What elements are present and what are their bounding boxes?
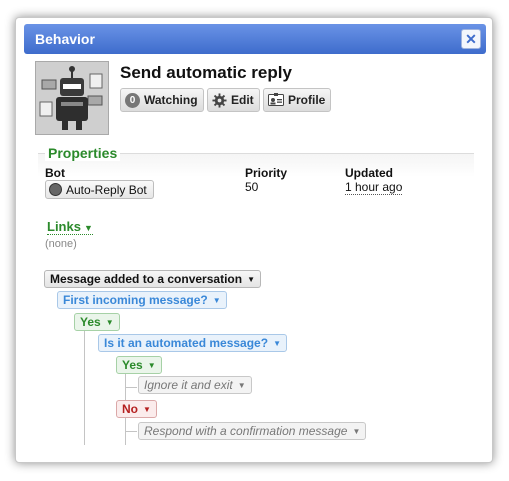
tree-line <box>84 313 85 445</box>
close-icon: ✕ <box>465 31 477 47</box>
bot-name: Auto-Reply Bot <box>66 182 147 197</box>
bot-chip[interactable]: Auto-Reply Bot <box>45 180 154 199</box>
action-node[interactable]: Respond with a confirmation message ▼ <box>138 422 367 440</box>
properties-heading: Properties <box>45 145 121 161</box>
dialog-title: Behavior <box>35 31 95 47</box>
tree-line <box>125 431 137 432</box>
caret-down-icon: ▼ <box>147 360 156 370</box>
profile-button[interactable]: Profile <box>263 88 332 112</box>
yes-branch-node[interactable]: Yes ▼ <box>74 313 120 331</box>
chevron-down-icon: ▼ <box>83 223 93 233</box>
id-card-icon <box>268 93 284 106</box>
bot-mini-icon <box>49 183 62 196</box>
priority-label: Priority <box>245 166 288 180</box>
tree-line <box>125 387 137 388</box>
no-label: No <box>122 402 138 416</box>
links-dropdown[interactable]: Links ▼ <box>47 219 93 235</box>
action-label: Respond with a confirmation message <box>144 424 348 438</box>
yes-label: Yes <box>80 315 101 329</box>
priority-value: 50 <box>245 180 259 194</box>
caret-down-icon: ▼ <box>273 338 281 348</box>
action-label: Ignore it and exit <box>144 378 233 392</box>
trigger-label: Message added to a conversation <box>50 272 243 286</box>
caret-down-icon: ▼ <box>352 426 361 436</box>
caret-down-icon: ▼ <box>237 380 246 390</box>
condition-label: Is it an automated message? <box>104 336 269 350</box>
updated-label: Updated <box>345 166 393 180</box>
trigger-node[interactable]: Message added to a conversation ▼ <box>44 270 261 288</box>
updated-value[interactable]: 1 hour ago <box>345 180 403 195</box>
dialog-titlebar: Behavior ✕ <box>24 24 486 54</box>
bot-label: Bot <box>45 166 65 180</box>
yes-branch-node[interactable]: Yes ▼ <box>116 356 162 374</box>
edit-button[interactable]: Edit <box>207 88 260 112</box>
watch-count-badge: 0 <box>125 92 140 108</box>
caret-down-icon: ▼ <box>247 274 255 284</box>
action-node[interactable]: Ignore it and exit ▼ <box>138 376 252 394</box>
edit-label: Edit <box>231 93 254 107</box>
watching-button[interactable]: 0 Watching <box>120 88 204 112</box>
condition-node[interactable]: First incoming message? ▼ <box>57 291 227 309</box>
no-branch-node[interactable]: No ▼ <box>116 400 157 418</box>
close-button[interactable]: ✕ <box>461 29 481 49</box>
caret-down-icon: ▼ <box>143 404 151 414</box>
caret-down-icon: ▼ <box>105 317 114 327</box>
behavior-dialog: Behavior ✕ Send automatic reply 0 Watchi… <box>15 17 493 463</box>
condition-node[interactable]: Is it an automated message? ▼ <box>98 334 287 352</box>
links-label: Links <box>47 219 81 234</box>
watching-label: Watching <box>144 93 198 107</box>
condition-label: First incoming message? <box>63 293 208 307</box>
page-title: Send automatic reply <box>120 63 292 82</box>
robot-icon <box>36 62 108 134</box>
links-empty: (none) <box>45 238 77 250</box>
profile-label: Profile <box>288 93 326 107</box>
caret-down-icon: ▼ <box>212 295 221 305</box>
gear-icon <box>212 92 227 108</box>
bot-avatar <box>35 61 109 135</box>
yes-label: Yes <box>122 358 143 372</box>
